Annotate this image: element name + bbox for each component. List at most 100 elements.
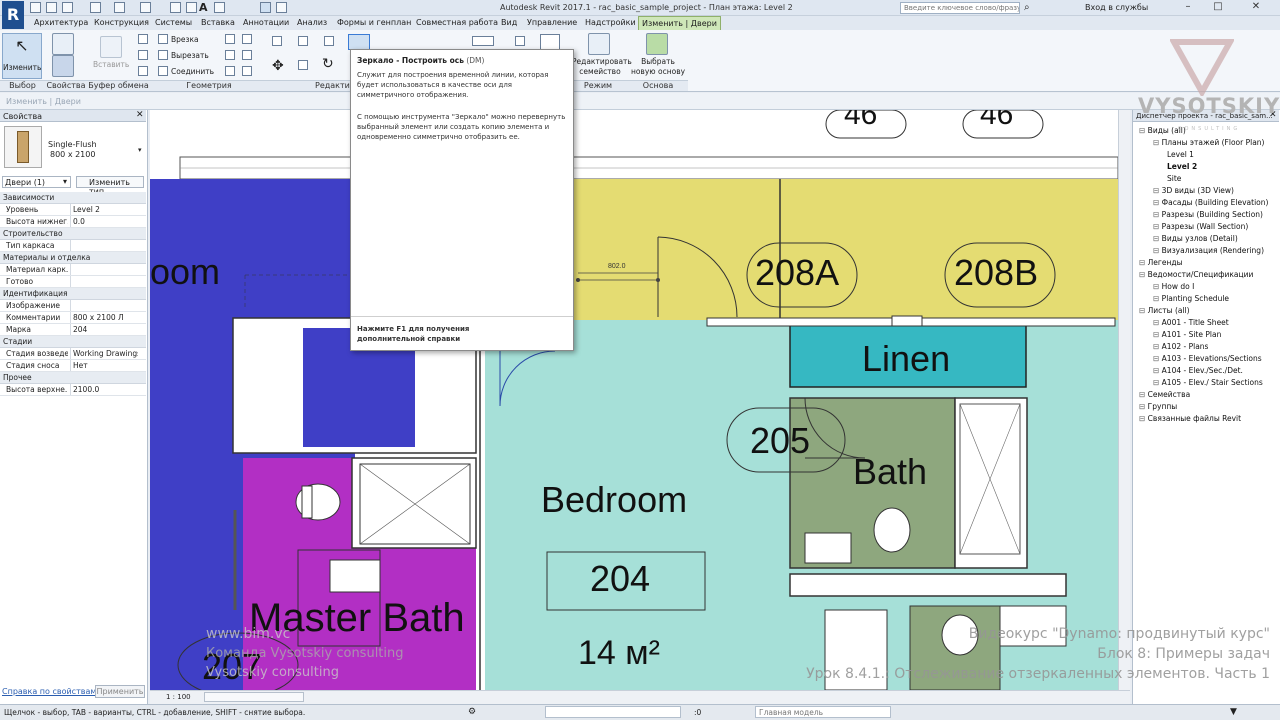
select-panel-label[interactable]: Выбор	[0, 80, 45, 91]
property-row[interactable]: Изображение	[0, 300, 146, 312]
browser-item[interactable]: ⊟ Семейства	[1139, 390, 1190, 399]
pick-host-icon[interactable]	[646, 33, 668, 55]
property-value[interactable]	[70, 240, 138, 251]
text-icon[interactable]: A	[199, 1, 208, 14]
copy-element-icon[interactable]	[298, 60, 308, 70]
cope-icon[interactable]	[158, 34, 168, 44]
paint-icon[interactable]	[225, 50, 235, 60]
property-value[interactable]: 800 x 2100 Л	[70, 312, 138, 323]
expand-collapse-icon[interactable]: ⊟	[1139, 402, 1148, 411]
print-icon[interactable]	[140, 2, 151, 13]
worksets-icon[interactable]: ⚙	[468, 707, 476, 717]
browser-item[interactable]: ⊟ Легенды	[1139, 258, 1183, 267]
browser-item[interactable]: ⊟ 3D виды (3D View)	[1153, 186, 1234, 195]
browser-item[interactable]: ⊟ Фасады (Building Elevation)	[1153, 198, 1268, 207]
property-section[interactable]: Прочее	[0, 372, 146, 384]
close-properties-icon[interactable]: ✕	[136, 110, 144, 120]
minimize-button[interactable]: –	[1180, 1, 1196, 14]
browser-item[interactable]: ⊟ How do I	[1153, 282, 1194, 291]
browser-item[interactable]: ⊟ A103 - Elevations/Sections	[1153, 354, 1262, 363]
expand-collapse-icon[interactable]: ⊟	[1153, 294, 1162, 303]
remove-paint-icon[interactable]	[225, 66, 235, 76]
expand-collapse-icon[interactable]: ⊟	[1153, 198, 1162, 207]
rotate-icon[interactable]: ↻	[322, 56, 334, 72]
room-name-linen[interactable]: Linen	[862, 338, 950, 380]
modify-button[interactable]: ↖ Изменить	[2, 33, 42, 79]
tab-6[interactable]: Формы и генплан	[334, 16, 414, 30]
create-group-icon[interactable]	[515, 36, 525, 46]
workset-dropdown[interactable]	[545, 706, 681, 718]
undo-icon[interactable]	[90, 2, 101, 13]
expand-collapse-icon[interactable]: ⊟	[1139, 414, 1148, 423]
room-name-bath[interactable]: Bath	[853, 451, 927, 493]
expand-collapse-icon[interactable]: ⊟	[1153, 354, 1162, 363]
property-value[interactable]	[70, 300, 138, 311]
sign-in-label[interactable]: Вход в службы	[1085, 3, 1148, 12]
property-section[interactable]: Идентификация	[0, 288, 146, 300]
type-family-name[interactable]: Single-Flush	[48, 140, 97, 149]
expand-collapse-icon[interactable]: ⊟	[1139, 306, 1148, 315]
room-name-bedroom[interactable]: Bedroom	[541, 479, 687, 521]
join-icon[interactable]	[158, 66, 168, 76]
tab-5[interactable]: Анализ	[294, 16, 330, 30]
room-number-205[interactable]: 205	[750, 420, 810, 462]
split-face-icon[interactable]	[242, 34, 252, 44]
browser-item[interactable]: ⊟ A105 - Elev./ Stair Sections	[1153, 378, 1263, 387]
copy-icon[interactable]	[138, 34, 148, 44]
property-section[interactable]: Зависимости	[0, 192, 146, 204]
room-name-partial[interactable]: oom	[150, 251, 220, 293]
property-row[interactable]: Высота нижнег... 0.0	[0, 216, 146, 228]
property-section[interactable]: Материалы и отделка	[0, 252, 146, 264]
browser-item[interactable]: ⊟ A104 - Elev./Sec./Det.	[1153, 366, 1243, 375]
room-number-204[interactable]: 204	[590, 558, 650, 600]
property-value[interactable]	[70, 264, 138, 275]
cut-geometry-label[interactable]: Вырезать	[171, 51, 209, 60]
close-hidden-icon[interactable]	[276, 2, 287, 13]
browser-item[interactable]: ⊟ Ведомости/Спецификации	[1139, 270, 1253, 279]
open-icon[interactable]	[30, 2, 41, 13]
property-row[interactable]: Готово	[0, 276, 146, 288]
view-controls[interactable]	[204, 692, 304, 702]
tab-11[interactable]: Изменить | Двери	[638, 16, 721, 30]
property-value[interactable]: 204	[70, 324, 138, 335]
browser-item[interactable]: ⊟ Связанные файлы Revit	[1139, 414, 1241, 423]
type-properties-icon[interactable]	[52, 55, 74, 77]
property-value[interactable]	[70, 276, 138, 287]
browser-item[interactable]: ⊟ Листы (all)	[1139, 306, 1190, 315]
close-button[interactable]: ✕	[1248, 1, 1264, 14]
browser-item[interactable]: ⊟ A001 - Title Sheet	[1153, 318, 1229, 327]
apply-button[interactable]: Применить	[95, 685, 145, 698]
create-similar-icon[interactable]	[540, 34, 560, 50]
property-row[interactable]: Высота верхне... 2100.0	[0, 384, 146, 396]
maximize-button[interactable]: □	[1210, 1, 1226, 14]
tab-2[interactable]: Системы	[152, 16, 195, 30]
property-row[interactable]: Тип каркаса	[0, 240, 146, 252]
expand-collapse-icon[interactable]: ⊟	[1153, 222, 1162, 231]
match-type-icon[interactable]	[138, 66, 148, 76]
room-area-label[interactable]: 14 м²	[578, 634, 660, 673]
room-number-208a[interactable]: 208A	[755, 252, 839, 294]
expand-collapse-icon[interactable]: ⊟	[1153, 330, 1162, 339]
browser-item[interactable]: ⊟ Планы этажей (Floor Plan)	[1153, 138, 1264, 147]
type-dropdown-icon[interactable]: ▾	[138, 146, 142, 154]
redo-icon[interactable]	[114, 2, 125, 13]
property-value[interactable]: Level 2	[70, 204, 138, 215]
dimension-icon[interactable]	[186, 2, 197, 13]
tab-10[interactable]: Надстройки	[582, 16, 639, 30]
property-section[interactable]: Стадии	[0, 336, 146, 348]
property-row[interactable]: Комментарии 800 x 2100 Л	[0, 312, 146, 324]
browser-item[interactable]: ⊟ Группы	[1139, 402, 1177, 411]
demolish-icon[interactable]	[242, 50, 252, 60]
design-option-dropdown[interactable]: Главная модель	[755, 706, 891, 718]
expand-collapse-icon[interactable]: ⊟	[1153, 366, 1162, 375]
cut-clipboard-icon[interactable]	[138, 50, 148, 60]
measure-icon[interactable]	[170, 2, 181, 13]
expand-collapse-icon[interactable]: ⊟	[1153, 318, 1162, 327]
expand-collapse-icon[interactable]: ⊟	[1153, 378, 1162, 387]
browser-item[interactable]: ⊟ Разрезы (Wall Section)	[1153, 222, 1248, 231]
browser-item[interactable]: ⊟ Planting Schedule	[1153, 294, 1229, 303]
property-row[interactable]: Марка 204	[0, 324, 146, 336]
save-icon[interactable]	[46, 2, 57, 13]
expand-collapse-icon[interactable]: ⊟	[1153, 234, 1162, 243]
thin-lines-icon[interactable]	[260, 2, 271, 13]
